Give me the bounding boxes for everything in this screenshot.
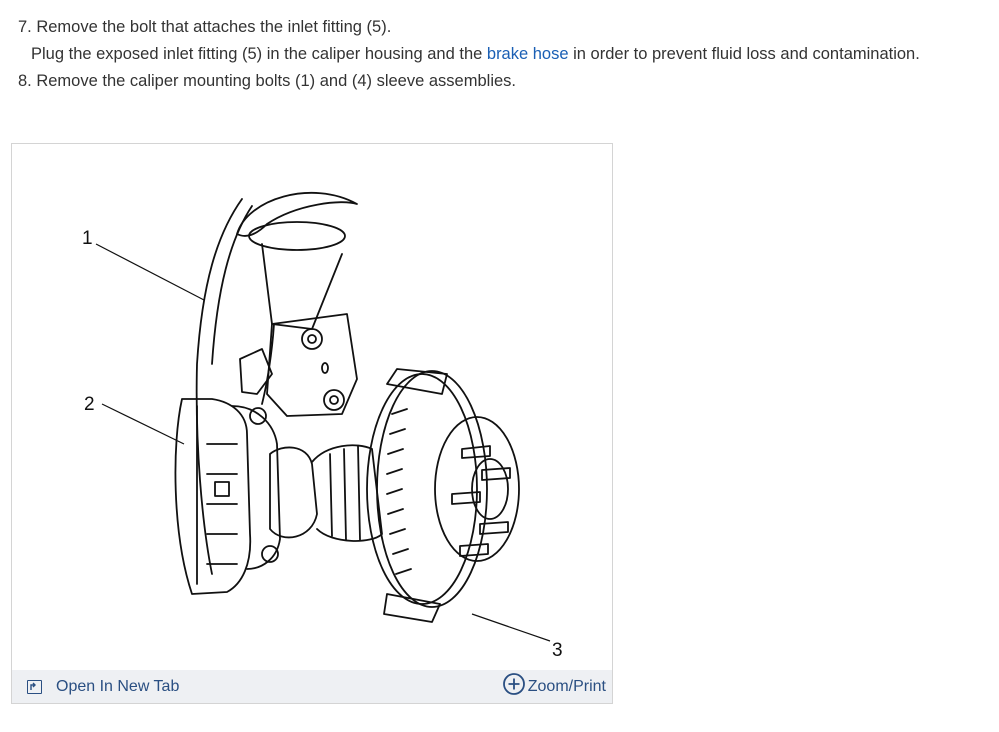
zoom-plus-icon	[502, 672, 526, 701]
step-7-instruction-end: in order to prevent fluid loss and conta…	[568, 45, 920, 63]
brake-caliper-illustration[interactable]: 1 2 3	[12, 144, 612, 671]
step-7-text: 7. Remove the bolt that attaches the inl…	[18, 18, 392, 36]
procedure-steps: 7. Remove the bolt that attaches the inl…	[18, 14, 993, 95]
open-new-tab-icon	[27, 679, 42, 694]
open-new-tab-button[interactable]: Open In New Tab	[27, 678, 179, 696]
step-7-instruction-start: Plug the exposed inlet fitting (5) in th…	[31, 45, 487, 63]
zoom-print-button[interactable]: Zoom/Print	[502, 672, 606, 701]
callout-2: 2	[84, 394, 95, 415]
figure-card: 1 2 3 Open In New Tab Zoom/Print	[11, 143, 613, 704]
callout-3: 3	[552, 640, 563, 661]
callout-1: 1	[82, 228, 93, 249]
step-8-text: 8. Remove the caliper mounting bolts (1)…	[18, 72, 516, 90]
brake-hose-link[interactable]: brake hose	[487, 45, 569, 63]
figure-toolbar: Open In New Tab Zoom/Print	[12, 670, 612, 703]
open-new-tab-label: Open In New Tab	[56, 677, 180, 695]
zoom-print-label: Zoom/Print	[527, 677, 606, 695]
step-7-instruction: Plug the exposed inlet fitting (5) in th…	[18, 41, 993, 68]
